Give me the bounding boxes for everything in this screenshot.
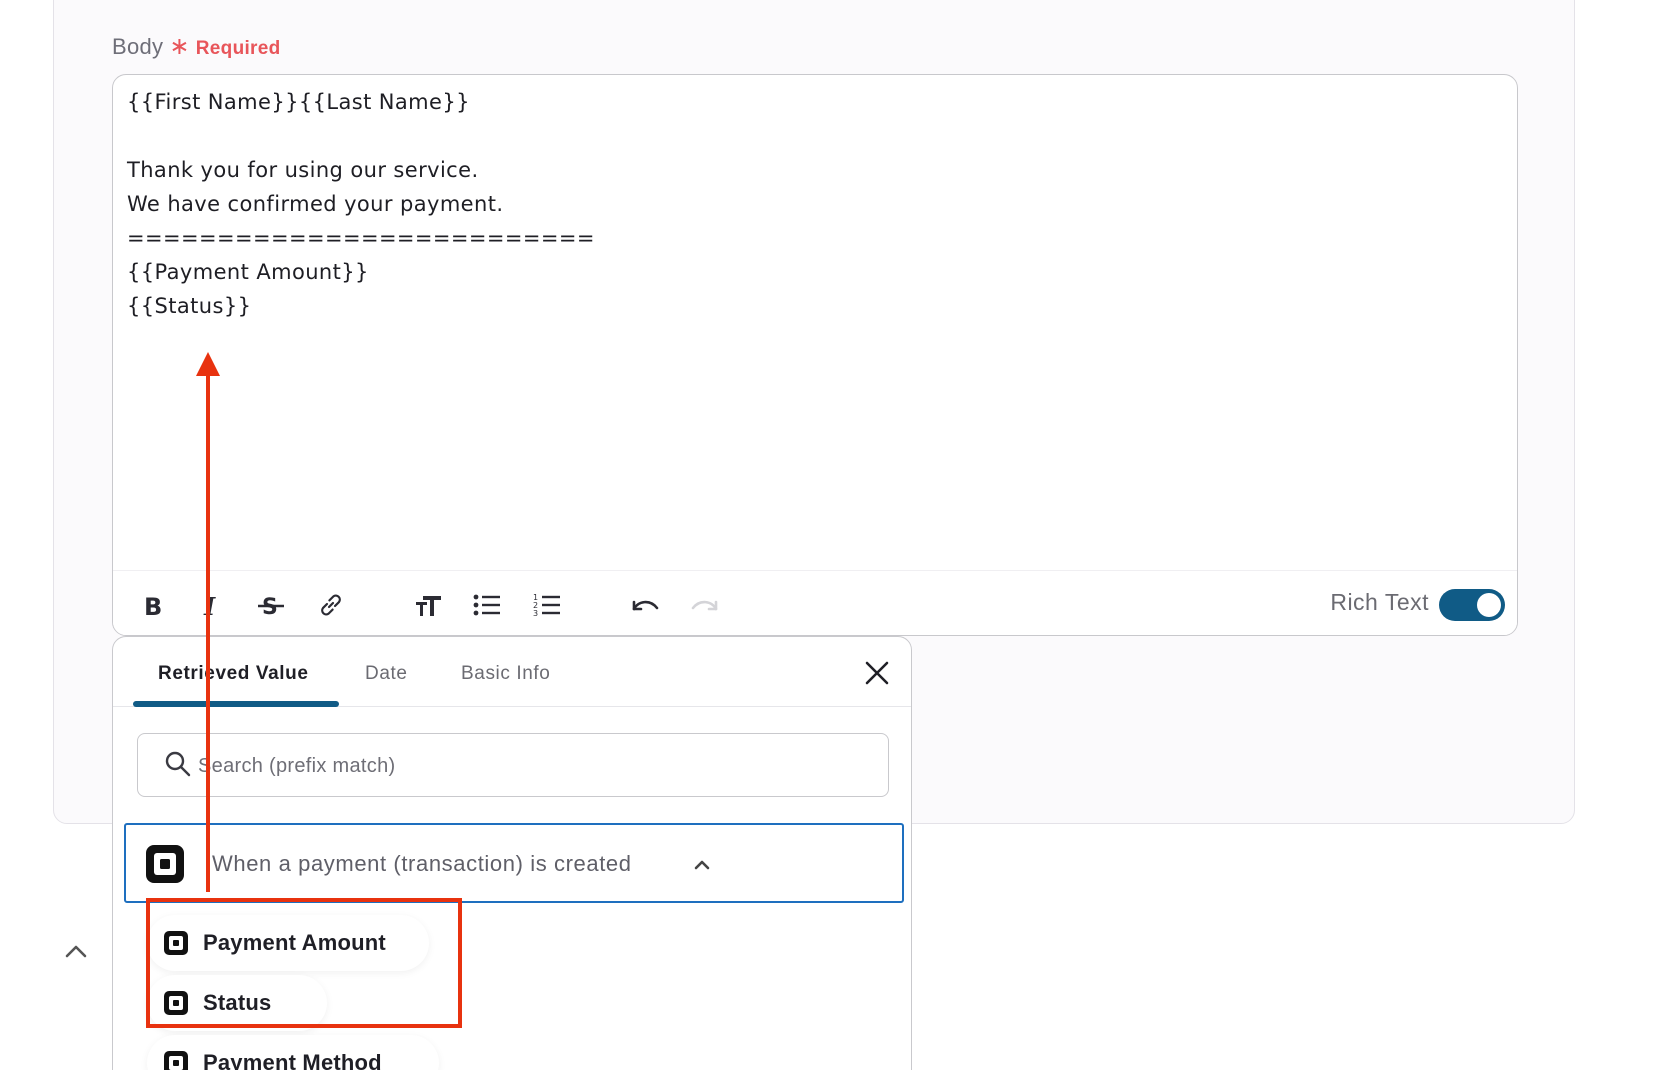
redo-button[interactable] — [687, 587, 723, 623]
italic-button[interactable]: I — [193, 587, 229, 623]
editor-line: Thank you for using our service. — [127, 158, 479, 182]
trigger-label: When a payment (transaction) is created — [212, 851, 632, 876]
body-field-label: Body ∗ Required — [112, 32, 281, 61]
picker-tabs: Retrieved Value Date Basic Info — [113, 637, 911, 707]
rich-text-label: Rich Text — [1330, 589, 1429, 615]
tab-basic-info[interactable]: Basic Info — [461, 663, 550, 685]
undo-icon — [632, 600, 659, 611]
numbered-list-icon: 1 2 3 — [533, 593, 560, 618]
page: Body ∗ Required {{First Name}}{{Last Nam… — [0, 0, 1656, 1070]
editor-line: We have confirmed your payment. — [127, 192, 504, 216]
text-size-button[interactable] — [411, 587, 447, 623]
field-label-text: Body — [112, 34, 164, 59]
required-asterisk: ∗ — [169, 33, 190, 60]
chevron-up-icon[interactable] — [62, 938, 90, 966]
square-app-icon — [146, 845, 184, 883]
svg-text:B: B — [144, 593, 162, 620]
active-tab-indicator — [133, 701, 339, 707]
tab-date[interactable]: Date — [365, 663, 408, 685]
undo-button[interactable] — [627, 587, 663, 623]
chevron-up-icon[interactable] — [692, 855, 712, 875]
body-editor[interactable]: {{First Name}}{{Last Name}} Thank you fo… — [112, 74, 1518, 636]
svg-text:3: 3 — [533, 609, 538, 618]
search-field — [137, 733, 889, 797]
svg-text:I: I — [203, 592, 216, 620]
search-input[interactable] — [198, 748, 798, 784]
bullet-list-button[interactable] — [469, 587, 505, 623]
link-icon — [321, 594, 341, 616]
editor-line: {{First Name}}{{Last Name}} — [127, 90, 470, 114]
list-item-label: Payment Method — [203, 1050, 382, 1070]
rich-text-toggle[interactable] — [1439, 589, 1505, 621]
italic-icon: I — [203, 592, 216, 620]
bold-icon: B — [144, 593, 162, 620]
list-item-payment-method[interactable]: Payment Method — [147, 1035, 439, 1070]
link-button[interactable] — [313, 587, 349, 623]
close-icon[interactable] — [861, 657, 893, 689]
trigger-group-header[interactable]: When a payment (transaction) is created — [124, 823, 904, 903]
editor-content[interactable]: {{First Name}}{{Last Name}} Thank you fo… — [127, 85, 1503, 323]
svg-text:S: S — [262, 595, 278, 620]
editor-line: {{Payment Amount}} — [127, 260, 369, 284]
bullet-list-icon — [473, 594, 500, 616]
tab-retrieved-value[interactable]: Retrieved Value — [158, 663, 309, 685]
square-app-icon — [164, 1051, 188, 1070]
strikethrough-button[interactable]: S — [253, 587, 289, 623]
editor-line: ========================== — [127, 226, 595, 250]
search-icon — [165, 751, 191, 777]
editor-toolbar: B I S 1 2 3 Rich Text — [113, 570, 1517, 635]
text-size-icon — [416, 596, 441, 616]
required-text: Required — [195, 38, 281, 59]
annotation-highlight-box — [146, 898, 462, 1028]
bold-button[interactable]: B — [135, 587, 171, 623]
toggle-knob — [1477, 593, 1501, 617]
numbered-list-button[interactable]: 1 2 3 — [529, 587, 565, 623]
strikethrough-icon: S — [258, 595, 284, 620]
editor-line: {{Status}} — [127, 294, 252, 318]
redo-icon — [691, 600, 718, 611]
